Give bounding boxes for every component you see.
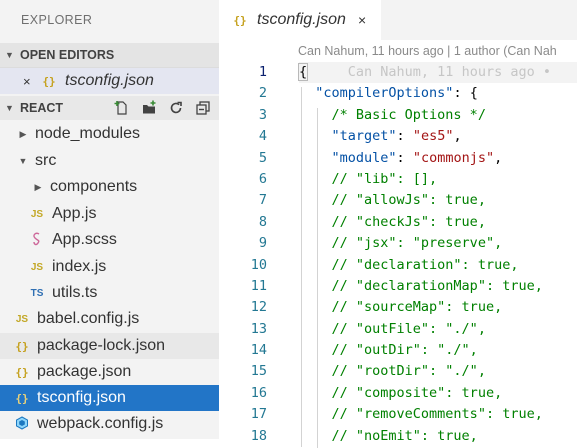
code-line[interactable]: // "outFile": "./", bbox=[299, 319, 577, 340]
tree-item-label: node_modules bbox=[35, 125, 140, 142]
code-line[interactable]: "compilerOptions": { bbox=[299, 83, 577, 104]
line-number: 6 bbox=[258, 170, 267, 187]
tree-item-label: webpack.config.js bbox=[37, 415, 164, 432]
code-line[interactable]: // "jsx": "preserve", bbox=[299, 233, 577, 254]
new-folder-icon[interactable] bbox=[141, 100, 157, 116]
json-file-icon: {} bbox=[233, 13, 247, 27]
code-line[interactable]: "target": "es5", bbox=[299, 126, 577, 147]
scss-file-icon bbox=[29, 232, 45, 249]
code-area[interactable]: { Can Nahum, 11 hours ago • "compilerOpt… bbox=[297, 62, 577, 447]
tab-tsconfig[interactable]: {} tsconfig.json × bbox=[219, 0, 381, 40]
tree-item-babel-config[interactable]: JS babel.config.js bbox=[0, 306, 219, 332]
line-number: 12 bbox=[250, 299, 267, 316]
code-line[interactable]: "module": "commonjs", bbox=[299, 148, 577, 169]
project-label: REACT bbox=[20, 101, 64, 115]
open-editor-filename: tsconfig.json bbox=[65, 72, 154, 89]
tab-label: tsconfig.json bbox=[257, 11, 346, 28]
js-file-icon: JS bbox=[15, 313, 29, 325]
new-file-icon[interactable] bbox=[114, 100, 130, 116]
js-file-icon: JS bbox=[30, 261, 44, 273]
tree-item-package-lock[interactable]: {} package-lock.json bbox=[0, 333, 219, 359]
tree-item-webpack-config[interactable]: webpack.config.js bbox=[0, 411, 219, 437]
code-line[interactable]: // "noEmit": true, bbox=[299, 426, 577, 447]
js-file-icon: JS bbox=[30, 208, 44, 220]
line-number: 14 bbox=[250, 342, 267, 359]
code-line[interactable]: // "rootDir": "./", bbox=[299, 361, 577, 382]
explorer-title: EXPLORER bbox=[21, 13, 93, 27]
close-icon[interactable]: × bbox=[358, 12, 366, 28]
tree-item-label: src bbox=[35, 152, 57, 169]
json-file-icon: {} bbox=[15, 365, 29, 379]
line-number: 5 bbox=[258, 149, 267, 166]
open-editors-label: OPEN EDITORS bbox=[20, 48, 115, 62]
editor-pane: {} tsconfig.json × Can Nahum, 11 hours a… bbox=[219, 0, 577, 448]
tree-item-components[interactable]: ▶ components bbox=[0, 174, 219, 200]
code-line[interactable]: // "lib": [], bbox=[299, 169, 577, 190]
chevron-right-icon: ▶ bbox=[19, 128, 27, 139]
codelens-blame[interactable]: Can Nahum, 11 hours ago | 1 author (Can … bbox=[298, 44, 557, 58]
tree-item-label: utils.ts bbox=[52, 284, 98, 301]
code-line[interactable]: // "composite": true, bbox=[299, 383, 577, 404]
tree-item-label: index.js bbox=[52, 258, 107, 275]
line-number: 17 bbox=[250, 406, 267, 423]
tree-item-tsconfig[interactable]: {} tsconfig.json bbox=[0, 385, 219, 411]
tree-item-label: App.js bbox=[52, 205, 97, 222]
code-line[interactable]: // "declaration": true, bbox=[299, 255, 577, 276]
explorer-sidebar: EXPLORER ▼ OPEN EDITORS × {} tsconfig.js… bbox=[0, 0, 219, 439]
webpack-file-icon bbox=[14, 415, 30, 433]
code-line[interactable]: // "outDir": "./", bbox=[299, 340, 577, 361]
tree-item-node-modules[interactable]: ▶ node_modules bbox=[0, 121, 219, 147]
collapse-all-icon[interactable] bbox=[195, 100, 211, 116]
tab-bar: {} tsconfig.json × bbox=[219, 0, 577, 40]
tree-item-package-json[interactable]: {} package.json bbox=[0, 359, 219, 385]
tree-item-label: App.scss bbox=[52, 231, 117, 248]
chevron-right-icon: ▶ bbox=[34, 181, 42, 192]
line-number: 13 bbox=[250, 320, 267, 337]
inline-blame: Can Nahum, 11 hours ago • bbox=[307, 64, 551, 80]
ts-file-icon: TS bbox=[30, 287, 44, 299]
code-line[interactable]: // "checkJs": true, bbox=[299, 212, 577, 233]
tree-item-src[interactable]: ▼ src bbox=[0, 148, 219, 174]
code-line[interactable]: { Can Nahum, 11 hours ago • bbox=[297, 62, 577, 84]
tree-item-app-scss[interactable]: App.scss bbox=[0, 227, 219, 253]
chevron-down-icon: ▼ bbox=[5, 50, 14, 60]
tree-item-label: package-lock.json bbox=[37, 337, 166, 354]
json-file-icon: {} bbox=[15, 391, 29, 405]
line-number: 4 bbox=[258, 128, 267, 145]
tree-item-label: package.json bbox=[37, 363, 132, 380]
line-number: 11 bbox=[250, 277, 267, 294]
open-editor-item[interactable]: × {} tsconfig.json bbox=[0, 68, 219, 94]
refresh-icon[interactable] bbox=[168, 100, 184, 116]
line-number: 15 bbox=[250, 363, 267, 380]
chevron-down-icon: ▼ bbox=[5, 103, 14, 113]
code-line[interactable]: // "allowJs": true, bbox=[299, 190, 577, 211]
tree-item-app-js[interactable]: JS App.js bbox=[0, 201, 219, 227]
line-number: 16 bbox=[250, 384, 267, 401]
code-line[interactable]: /* Basic Options */ bbox=[299, 105, 577, 126]
line-number-gutter: 1 2 3 4 5 6 7 8 9 10 11 12 13 14 15 16 1… bbox=[219, 62, 277, 447]
code-line[interactable]: // "declarationMap": true, bbox=[299, 276, 577, 297]
line-number: 1 bbox=[258, 64, 267, 80]
tree-item-label: babel.config.js bbox=[37, 310, 140, 327]
tree-item-utils-ts[interactable]: TS utils.ts bbox=[0, 280, 219, 306]
open-editors-header[interactable]: ▼ OPEN EDITORS bbox=[0, 43, 219, 68]
line-number: 9 bbox=[258, 235, 267, 252]
project-header[interactable]: ▼ REACT bbox=[0, 96, 219, 120]
line-number: 3 bbox=[258, 106, 267, 123]
line-number: 18 bbox=[250, 427, 267, 444]
line-number: 8 bbox=[258, 213, 267, 230]
tree-item-label: tsconfig.json bbox=[37, 389, 126, 406]
json-file-icon: {} bbox=[42, 74, 56, 88]
json-file-icon: {} bbox=[15, 339, 29, 353]
close-icon[interactable]: × bbox=[23, 74, 37, 89]
tree-item-index-js[interactable]: JS index.js bbox=[0, 254, 219, 280]
code-line[interactable]: // "removeComments": true, bbox=[299, 404, 577, 425]
line-number: 7 bbox=[258, 192, 267, 209]
line-number: 2 bbox=[258, 85, 267, 102]
tree-item-label: components bbox=[50, 178, 138, 195]
line-number: 10 bbox=[250, 256, 267, 273]
code-line[interactable]: // "sourceMap": true, bbox=[299, 297, 577, 318]
chevron-down-icon: ▼ bbox=[18, 156, 28, 166]
